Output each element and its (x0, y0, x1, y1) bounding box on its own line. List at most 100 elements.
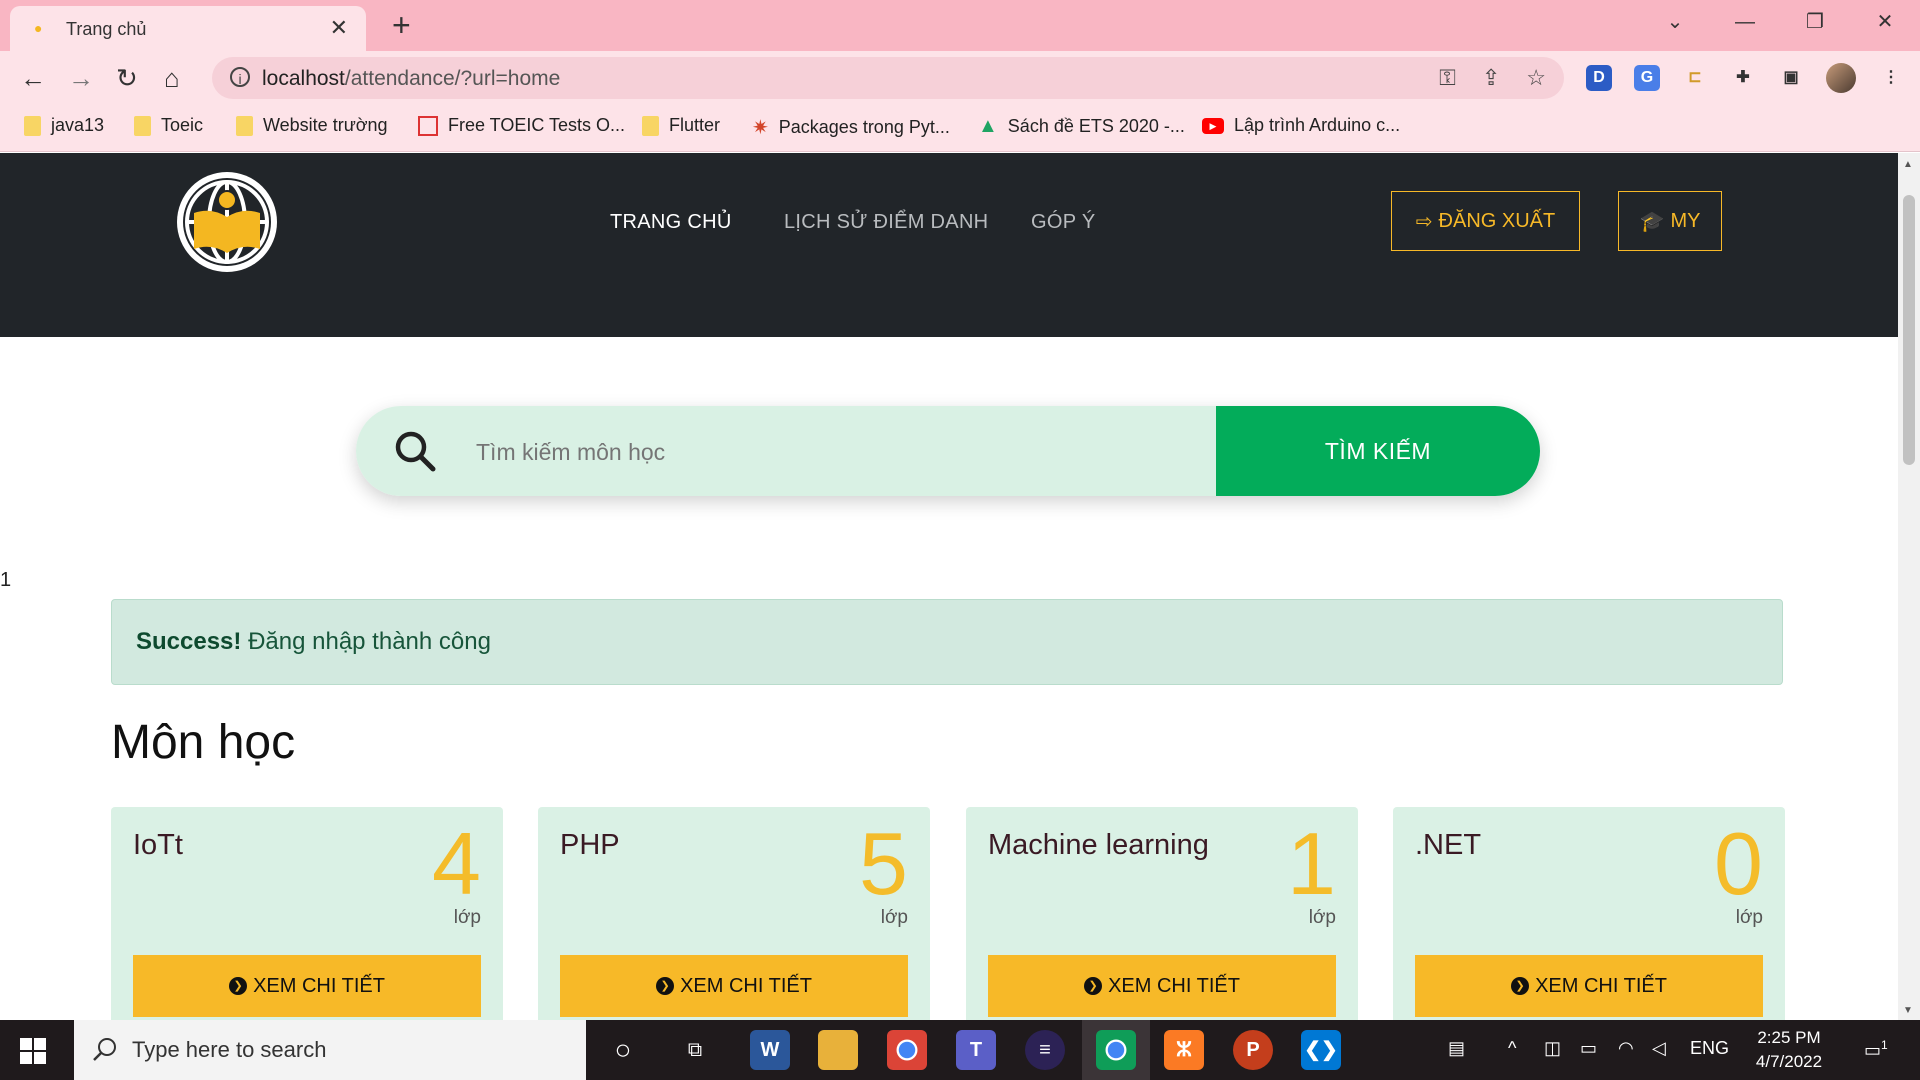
site-header: TRANG CHỦ LỊCH SỬ ĐIỂM DANH GÓP Ý ⇨ ĐĂNG… (0, 153, 1898, 337)
chevron-circle-right-icon: ❯ (229, 977, 248, 995)
school-globe-book-logo[interactable] (174, 169, 280, 275)
browser-toolbar: ← → ↻ ⌂ i localhost/attendance/?url=home… (0, 51, 1920, 105)
meet-now-icon[interactable]: ◫ (1544, 1038, 1561, 1059)
powerpoint-icon[interactable]: P (1233, 1030, 1273, 1070)
input-language[interactable]: ENG (1690, 1038, 1729, 1059)
browser-tab[interactable]: ● Trang chủ ✕ (10, 6, 366, 51)
course-card: PHP 5 lớp ❯ XEM CHI TIẾT (538, 807, 930, 1020)
class-count: 4 (432, 814, 481, 913)
profile-avatar[interactable] (1826, 63, 1856, 93)
bookmark-item[interactable]: ✷ Packages trong Pyt... (752, 115, 950, 140)
bookmark-item[interactable]: ▲ Sách đề ETS 2020 -... (978, 115, 1185, 138)
tab-search-chevron-icon[interactable]: ⌄ (1640, 0, 1710, 44)
file-explorer-icon[interactable] (818, 1030, 858, 1070)
course-search-input[interactable] (474, 428, 1178, 476)
section-title: Môn học (111, 716, 296, 769)
notification-center-icon[interactable]: ▭1 (1864, 1038, 1888, 1061)
bookmark-item[interactable]: Toeic (134, 115, 203, 136)
profile-button[interactable]: 🎓 MY (1618, 191, 1722, 251)
nav-attendance-history[interactable]: LỊCH SỬ ĐIỂM DANH (784, 211, 988, 234)
alert-text: Success! Đăng nhập thành công (136, 628, 491, 655)
scroll-up-arrow-icon[interactable]: ▲ (1903, 159, 1913, 170)
scroll-thumb[interactable] (1903, 195, 1915, 465)
view-details-button[interactable]: ❯ XEM CHI TIẾT (133, 955, 481, 1017)
eclipse-icon[interactable]: ≡ (1025, 1030, 1065, 1070)
logout-button[interactable]: ⇨ ĐĂNG XUẤT (1391, 191, 1580, 251)
show-hidden-icons-chevron-icon[interactable]: ^ (1508, 1038, 1516, 1059)
bookmark-item[interactable]: java13 (24, 115, 104, 136)
search-field (356, 406, 1216, 496)
bookmark-item[interactable]: ▶ Lập trình Arduino c... (1202, 115, 1400, 136)
teams-icon[interactable]: T (956, 1030, 996, 1070)
volume-icon[interactable]: ◁ (1652, 1038, 1666, 1059)
cortana-icon[interactable]: ○ (603, 1030, 643, 1070)
chevron-circle-right-icon: ❯ (1511, 977, 1530, 995)
nav-feedback[interactable]: GÓP Ý (1031, 211, 1096, 234)
site-favicon-icon: ● (34, 20, 43, 36)
more-menu-icon[interactable]: ⋮ (1878, 65, 1904, 91)
class-unit: lớp (1308, 907, 1336, 928)
course-name: Machine learning (988, 829, 1209, 861)
close-tab-icon[interactable]: ✕ (330, 15, 348, 41)
graduate-user-icon: 🎓 (1639, 210, 1665, 233)
course-name: .NET (1415, 829, 1482, 861)
scroll-down-arrow-icon[interactable]: ▼ (1903, 1005, 1913, 1016)
extension-ruler-icon[interactable]: ⊏ (1682, 65, 1708, 91)
bookmark-item[interactable]: Website trường (236, 115, 388, 136)
google-drive-icon: ▲ (978, 115, 998, 137)
bookmark-item[interactable]: Free TOEIC Tests O... (418, 115, 625, 136)
task-view-icon[interactable]: ⧉ (675, 1030, 715, 1070)
close-window-button[interactable]: ✕ (1850, 0, 1920, 44)
site-info-icon[interactable]: i (230, 67, 250, 87)
wifi-icon[interactable]: ◠ (1618, 1038, 1634, 1059)
browser-tab-bar: ● Trang chủ ✕ + ⌄ — ❐ ✕ (0, 0, 1920, 51)
news-widget-icon[interactable]: ▤ (1448, 1038, 1465, 1059)
view-details-button[interactable]: ❯ XEM CHI TIẾT (1415, 955, 1763, 1017)
class-unit: lớp (880, 907, 908, 928)
side-panel-icon[interactable]: ▣ (1778, 65, 1804, 91)
chevron-circle-right-icon: ❯ (656, 977, 675, 995)
new-tab-button[interactable]: + (392, 8, 411, 42)
extensions-puzzle-icon[interactable]: ✚ (1730, 65, 1756, 91)
taskbar-clock[interactable]: 2:25 PM 4/7/2022 (1744, 1026, 1834, 1074)
extension-d-icon[interactable]: D (1586, 65, 1612, 91)
google-translate-icon[interactable]: G (1634, 65, 1660, 91)
sign-out-icon: ⇨ (1415, 210, 1433, 233)
battery-icon[interactable]: ▭ (1580, 1038, 1597, 1059)
class-unit: lớp (1735, 907, 1763, 928)
course-search-form: TÌM KIẾM (356, 406, 1540, 496)
url-text[interactable]: localhost/attendance/?url=home (262, 67, 560, 91)
address-bar[interactable]: i localhost/attendance/?url=home ⚿ ⇪ ☆ (212, 57, 1564, 99)
minimize-button[interactable]: — (1710, 0, 1780, 44)
vscode-icon[interactable]: ❮❯ (1301, 1030, 1341, 1070)
windows-start-icon[interactable] (20, 1038, 46, 1064)
taskbar-search-box[interactable]: Type here to search (74, 1020, 586, 1080)
course-name: IoTt (133, 829, 183, 861)
home-icon[interactable]: ⌂ (164, 63, 180, 93)
view-details-button[interactable]: ❯ XEM CHI TIẾT (988, 955, 1336, 1017)
nav-home[interactable]: TRANG CHỦ (610, 211, 732, 234)
course-card: IoTt 4 lớp ❯ XEM CHI TIẾT (111, 807, 503, 1020)
bookmark-star-icon[interactable]: ☆ (1526, 65, 1546, 91)
xampp-icon[interactable]: ⵣ (1164, 1030, 1204, 1070)
bookmark-item[interactable]: Flutter (642, 115, 720, 136)
back-icon[interactable]: ← (20, 63, 46, 93)
restore-button[interactable]: ❐ (1780, 0, 1850, 44)
word-icon[interactable]: W (750, 1030, 790, 1070)
chrome-active-icon[interactable] (1096, 1030, 1136, 1070)
class-count: 5 (859, 814, 908, 913)
reload-icon[interactable]: ↻ (116, 63, 138, 93)
forward-icon[interactable]: → (68, 63, 94, 93)
share-icon[interactable]: ⇪ (1482, 65, 1500, 91)
chevron-circle-right-icon: ❯ (1084, 977, 1103, 995)
folder-icon (236, 115, 253, 136)
folder-icon (24, 115, 41, 136)
chrome-icon[interactable] (887, 1030, 927, 1070)
search-button[interactable]: TÌM KIẾM (1216, 406, 1540, 496)
course-card: .NET 0 lớp ❯ XEM CHI TIẾT (1393, 807, 1785, 1020)
page-scrollbar[interactable]: ▲ ▼ (1898, 153, 1920, 1020)
folder-icon (642, 115, 659, 136)
view-details-button[interactable]: ❯ XEM CHI TIẾT (560, 955, 908, 1017)
folder-icon (134, 115, 151, 136)
key-icon[interactable]: ⚿ (1439, 65, 1456, 91)
